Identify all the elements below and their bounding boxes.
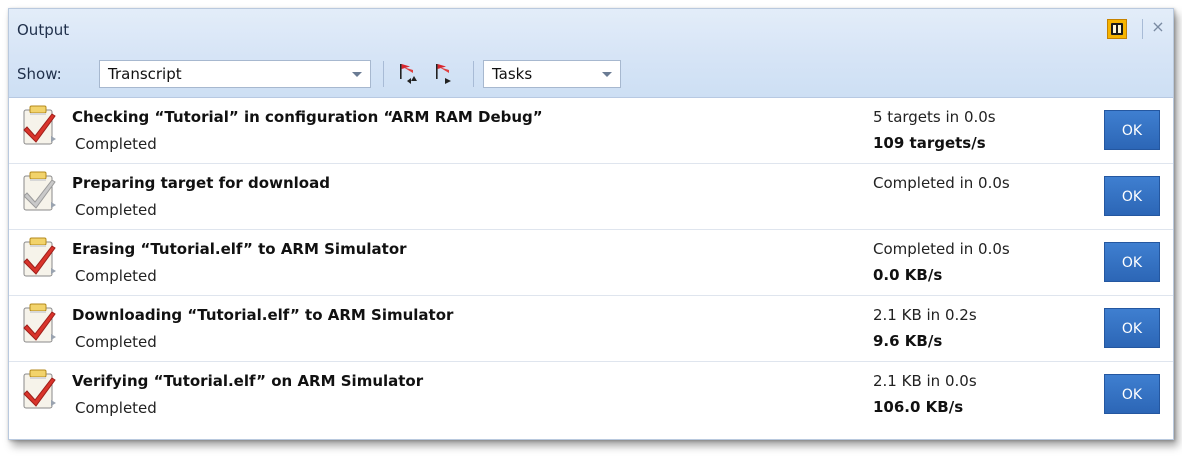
- task-row: Preparing target for download Completed …: [9, 164, 1173, 230]
- show-label: Show:: [17, 65, 62, 83]
- toolbar-divider: [383, 61, 384, 87]
- task-stat-primary: 2.1 KB in 0.2s: [873, 306, 977, 324]
- toolbar-divider: [473, 61, 474, 87]
- task-status: Completed: [75, 333, 157, 351]
- task-title: Downloading “Tutorial.elf” to ARM Simula…: [72, 306, 454, 324]
- flag-next-icon[interactable]: [429, 61, 457, 85]
- task-status: Completed: [75, 399, 157, 417]
- task-row: Checking “Tutorial” in configuration “AR…: [9, 98, 1173, 164]
- task-row: Verifying “Tutorial.elf” on ARM Simulato…: [9, 362, 1173, 427]
- task-title: Preparing target for download: [72, 174, 330, 192]
- header-divider: [1142, 19, 1143, 39]
- clipboard-check-icon: [23, 369, 56, 409]
- ok-button[interactable]: OK: [1104, 110, 1160, 150]
- ok-button[interactable]: OK: [1104, 374, 1160, 414]
- task-stat-rate: 109 targets/s: [873, 134, 986, 152]
- book-icon[interactable]: [1107, 19, 1127, 39]
- ok-button[interactable]: OK: [1104, 308, 1160, 348]
- ok-button[interactable]: OK: [1104, 242, 1160, 282]
- view-select[interactable]: Transcript: [99, 60, 371, 88]
- task-list: Checking “Tutorial” in configuration “AR…: [9, 98, 1173, 427]
- clipboard-check-icon: [23, 303, 56, 343]
- task-stat-rate: 106.0 KB/s: [873, 398, 964, 416]
- task-stat-primary: 2.1 KB in 0.0s: [873, 372, 977, 390]
- panel-title: Output: [17, 21, 70, 39]
- output-panel: Output × Show: Transcript Tasks Checking…: [8, 8, 1174, 440]
- view-select-value: Transcript: [108, 65, 182, 83]
- panel-header: Output × Show: Transcript Tasks: [9, 9, 1173, 98]
- task-stat-primary: 5 targets in 0.0s: [873, 108, 996, 126]
- task-stat-rate: 9.6 KB/s: [873, 332, 943, 350]
- ok-button[interactable]: OK: [1104, 176, 1160, 216]
- chevron-down-icon: [352, 72, 362, 77]
- task-stat-primary: Completed in 0.0s: [873, 174, 1010, 192]
- task-stat-rate: 0.0 KB/s: [873, 266, 943, 284]
- clipboard-check-icon: [23, 171, 56, 211]
- task-row: Downloading “Tutorial.elf” to ARM Simula…: [9, 296, 1173, 362]
- task-title: Verifying “Tutorial.elf” on ARM Simulato…: [72, 372, 424, 390]
- filter-select[interactable]: Tasks: [483, 60, 621, 88]
- chevron-down-icon: [602, 72, 612, 77]
- task-stat-primary: Completed in 0.0s: [873, 240, 1010, 258]
- task-status: Completed: [75, 135, 157, 153]
- task-row: Erasing “Tutorial.elf” to ARM Simulator …: [9, 230, 1173, 296]
- task-status: Completed: [75, 267, 157, 285]
- clipboard-check-icon: [23, 105, 56, 145]
- task-status: Completed: [75, 201, 157, 219]
- task-title: Checking “Tutorial” in configuration “AR…: [72, 108, 543, 126]
- filter-select-value: Tasks: [492, 65, 533, 83]
- close-icon[interactable]: ×: [1150, 17, 1166, 37]
- task-title: Erasing “Tutorial.elf” to ARM Simulator: [72, 240, 407, 258]
- flag-prev-icon[interactable]: [393, 61, 421, 85]
- clipboard-check-icon: [23, 237, 56, 277]
